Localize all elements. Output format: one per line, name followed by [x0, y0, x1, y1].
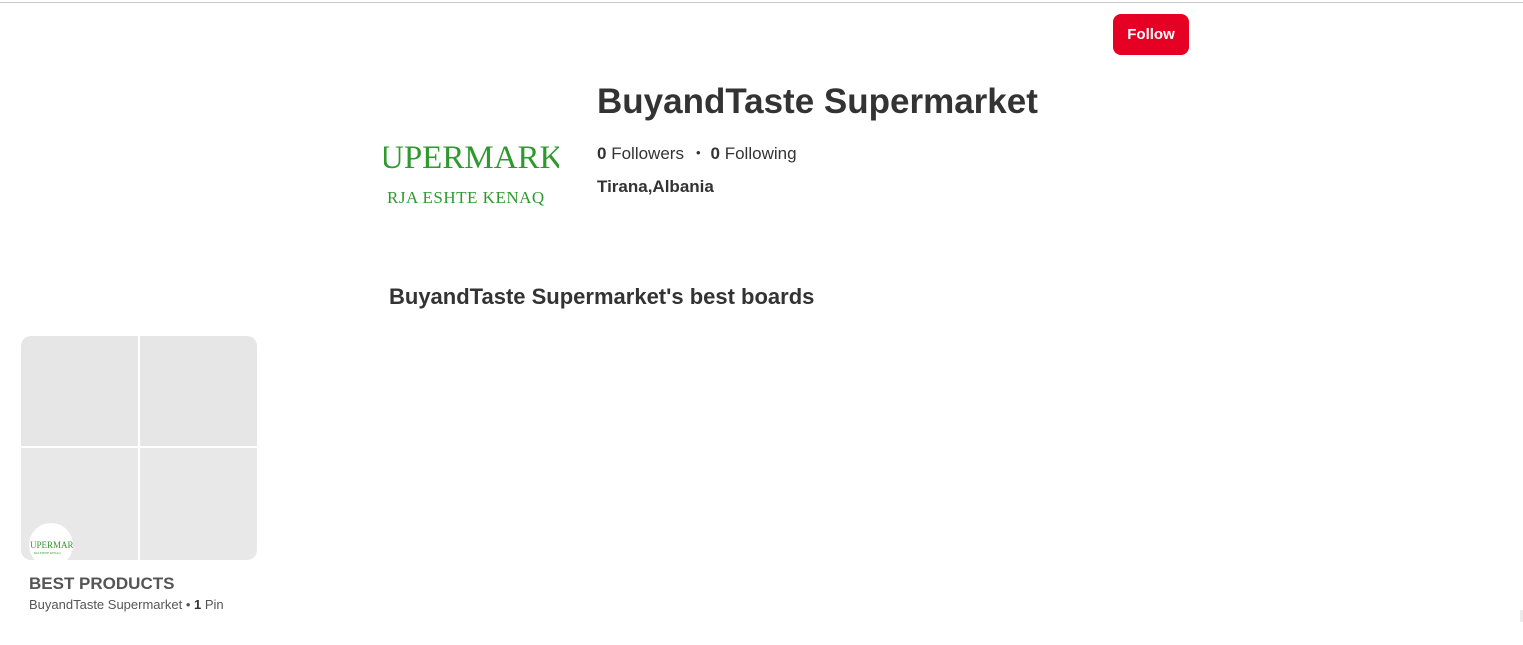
- board-pin-count: 1: [194, 597, 202, 612]
- follow-button[interactable]: Follow: [1113, 14, 1189, 55]
- avatar-logo-subtext: RJA ESHTE KENAQ: [387, 188, 545, 207]
- followers-label: Followers: [611, 144, 684, 163]
- board-owner-avatar-logo: UPERMARK: [30, 540, 73, 550]
- profile-location: Tirana,Albania: [597, 177, 714, 196]
- board-owner: BuyandTaste Supermarket: [29, 597, 183, 612]
- board-pin-label: Pin: [204, 597, 224, 612]
- profile-page: Follow UPERMARK RJA ESHTE KENAQ BuyandTa…: [0, 0, 1523, 645]
- following-label: Following: [724, 144, 797, 163]
- profile-stats: 0 Followers • 0 Following: [597, 144, 797, 164]
- profile-avatar[interactable]: UPERMARK RJA ESHTE KENAQ: [384, 130, 559, 220]
- avatar-logo-text: UPERMARK: [384, 140, 559, 176]
- following-count: 0: [710, 144, 720, 163]
- board-title[interactable]: BEST PRODUCTS: [29, 574, 174, 594]
- profile-name: BuyandTaste Supermarket: [597, 82, 1038, 121]
- board-cover-tile: [140, 336, 257, 446]
- stats-separator: •: [695, 145, 701, 160]
- board-card[interactable]: UPERMARK RJA ESHTE KENAQ BEST PRODUCTS B…: [21, 336, 257, 612]
- board-owner-avatar-subtext: RJA ESHTE KENAQ: [34, 551, 61, 555]
- board-meta-separator: •: [185, 597, 191, 612]
- top-divider: [0, 2, 1523, 3]
- followers-link[interactable]: 0 Followers: [597, 144, 684, 163]
- board-cover-tile: [21, 336, 138, 446]
- board-cover-tile: [140, 448, 257, 560]
- followers-count: 0: [597, 144, 607, 163]
- board-owner-avatar: UPERMARK RJA ESHTE KENAQ: [29, 523, 73, 560]
- board-cover[interactable]: UPERMARK RJA ESHTE KENAQ: [21, 336, 257, 560]
- best-boards-heading: BuyandTaste Supermarket's best boards: [389, 284, 815, 309]
- board-meta: BuyandTaste Supermarket • 1 Pin: [29, 597, 224, 612]
- following-link[interactable]: 0 Following: [711, 144, 797, 163]
